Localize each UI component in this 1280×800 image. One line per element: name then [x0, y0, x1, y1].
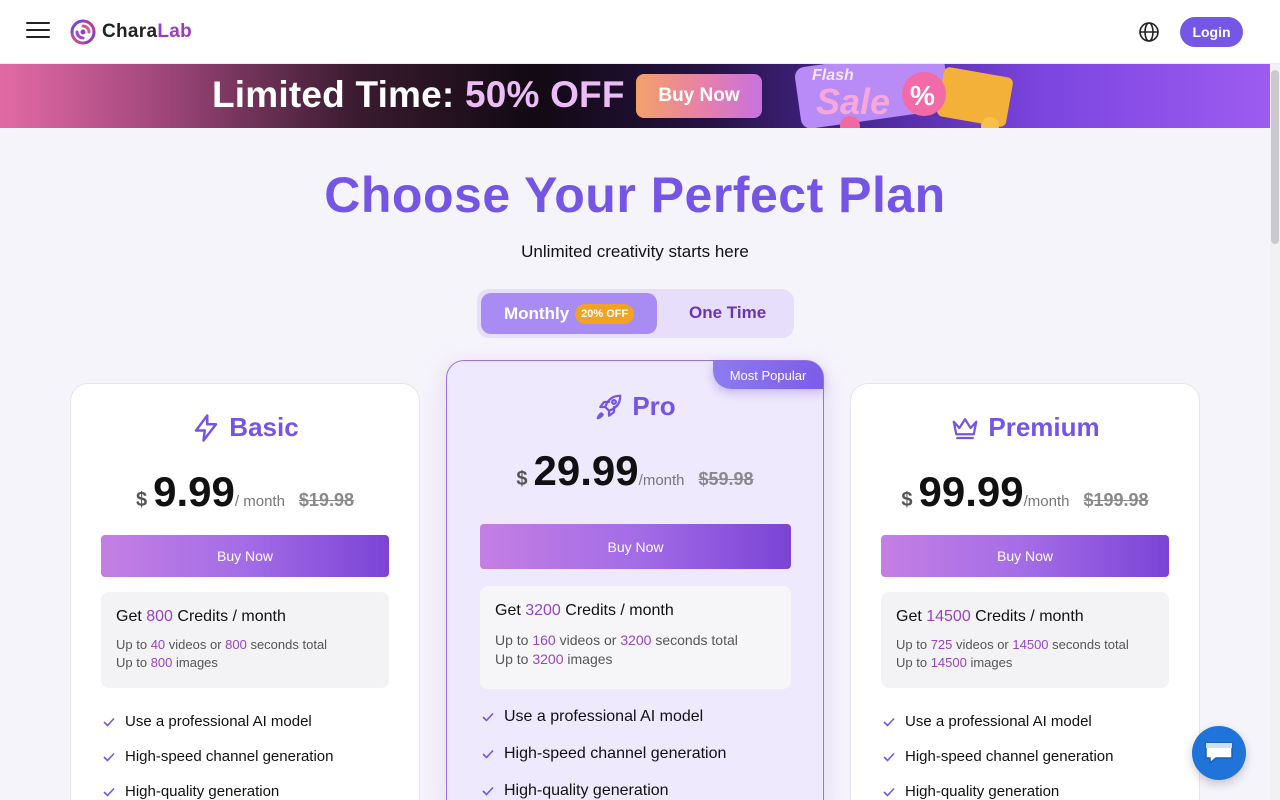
feature-item: High-quality generation: [482, 772, 726, 800]
check-icon: [482, 712, 494, 722]
check-icon: [482, 786, 494, 796]
check-icon: [103, 717, 115, 727]
promo-banner[interactable]: Limited Time: 50% OFF Buy Now Flash Sale…: [0, 64, 1270, 128]
feature-item: High-speed channel generation: [482, 735, 726, 772]
brand-name: CharaLab: [102, 21, 193, 42]
chat-icon: [1205, 742, 1233, 764]
feature-item: High-quality generation: [883, 774, 1113, 800]
feature-list: Use a professional AI model High-speed c…: [883, 704, 1113, 800]
credits-box: Get 3200 Credits / month Up to 160 video…: [480, 586, 791, 689]
page-title: Choose Your Perfect Plan: [324, 167, 946, 223]
feature-item: High-speed channel generation: [883, 739, 1113, 774]
feature-item: Use a professional AI model: [883, 704, 1113, 739]
promo-text: Limited Time: 50% OFF: [212, 74, 625, 115]
buy-now-button[interactable]: Buy Now: [881, 535, 1169, 577]
check-icon: [883, 787, 895, 797]
plan-title: Pro: [447, 391, 823, 422]
credits-box: Get 14500 Credits / month Up to 725 vide…: [881, 592, 1169, 688]
rocket-icon: [596, 394, 622, 419]
billing-toggle: Monthly 20% OFF One Time: [477, 289, 794, 338]
discount-badge: 20% OFF: [575, 303, 635, 324]
feature-list: Use a professional AI model High-speed c…: [482, 698, 726, 800]
hamburger-icon[interactable]: [26, 22, 50, 42]
plan-title: Basic: [71, 412, 419, 443]
feature-list: Use a professional AI model High-speed c…: [103, 704, 333, 800]
logo[interactable]: CharaLab: [68, 17, 192, 47]
banner-buy-now-button[interactable]: Buy Now: [636, 74, 762, 118]
tab-monthly[interactable]: Monthly 20% OFF: [481, 293, 657, 334]
feature-item: Use a professional AI model: [482, 698, 726, 735]
page-subtitle: Unlimited creativity starts here: [521, 242, 749, 261]
price: $9.99/ month $19.98: [136, 468, 354, 515]
buy-now-button[interactable]: Buy Now: [101, 535, 389, 577]
plan-card-basic: Basic $9.99/ month $19.98 Buy Now Get 800…: [70, 383, 420, 800]
most-popular-badge: Most Popular: [713, 361, 823, 389]
buy-now-button[interactable]: Buy Now: [480, 524, 791, 569]
logo-swirl-icon: [70, 19, 96, 45]
feature-item: Use a professional AI model: [103, 704, 333, 739]
tab-one-time[interactable]: One Time: [689, 303, 766, 323]
price: $29.99/month $59.98: [516, 447, 754, 494]
check-icon: [103, 752, 115, 762]
svg-text:Sale: Sale: [816, 81, 890, 122]
check-icon: [883, 717, 895, 727]
globe-icon[interactable]: [1138, 21, 1160, 43]
original-price: $199.98: [1083, 490, 1149, 510]
plan-card-pro: Pro $29.99/month $59.98 Buy Now Get 3200 …: [446, 360, 824, 800]
scrollbar-thumb[interactable]: [1271, 70, 1279, 244]
plan-card-premium: Premium $99.99/month $199.98 Buy Now Get …: [850, 383, 1200, 800]
check-icon: [883, 752, 895, 762]
original-price: $19.98: [298, 490, 354, 510]
price: $99.99/month $199.98: [901, 468, 1149, 515]
original-price: $59.98: [698, 469, 754, 489]
feature-item: High-speed channel generation: [103, 739, 333, 774]
check-icon: [103, 787, 115, 797]
feature-item: High-quality generation: [103, 774, 333, 800]
top-header: CharaLab Login: [0, 0, 1280, 64]
plan-title: Premium: [851, 412, 1199, 443]
chat-button[interactable]: [1192, 726, 1246, 780]
credits-box: Get 800 Credits / month Up to 40 videos …: [101, 592, 389, 688]
lightning-icon: [195, 413, 218, 442]
flash-sale-art: Flash Sale %: [794, 64, 1013, 128]
tab-monthly-label: Monthly: [504, 303, 570, 323]
login-button[interactable]: Login: [1180, 17, 1243, 47]
svg-text:%: %: [910, 80, 935, 111]
check-icon: [482, 749, 494, 759]
crown-icon: [952, 417, 978, 439]
